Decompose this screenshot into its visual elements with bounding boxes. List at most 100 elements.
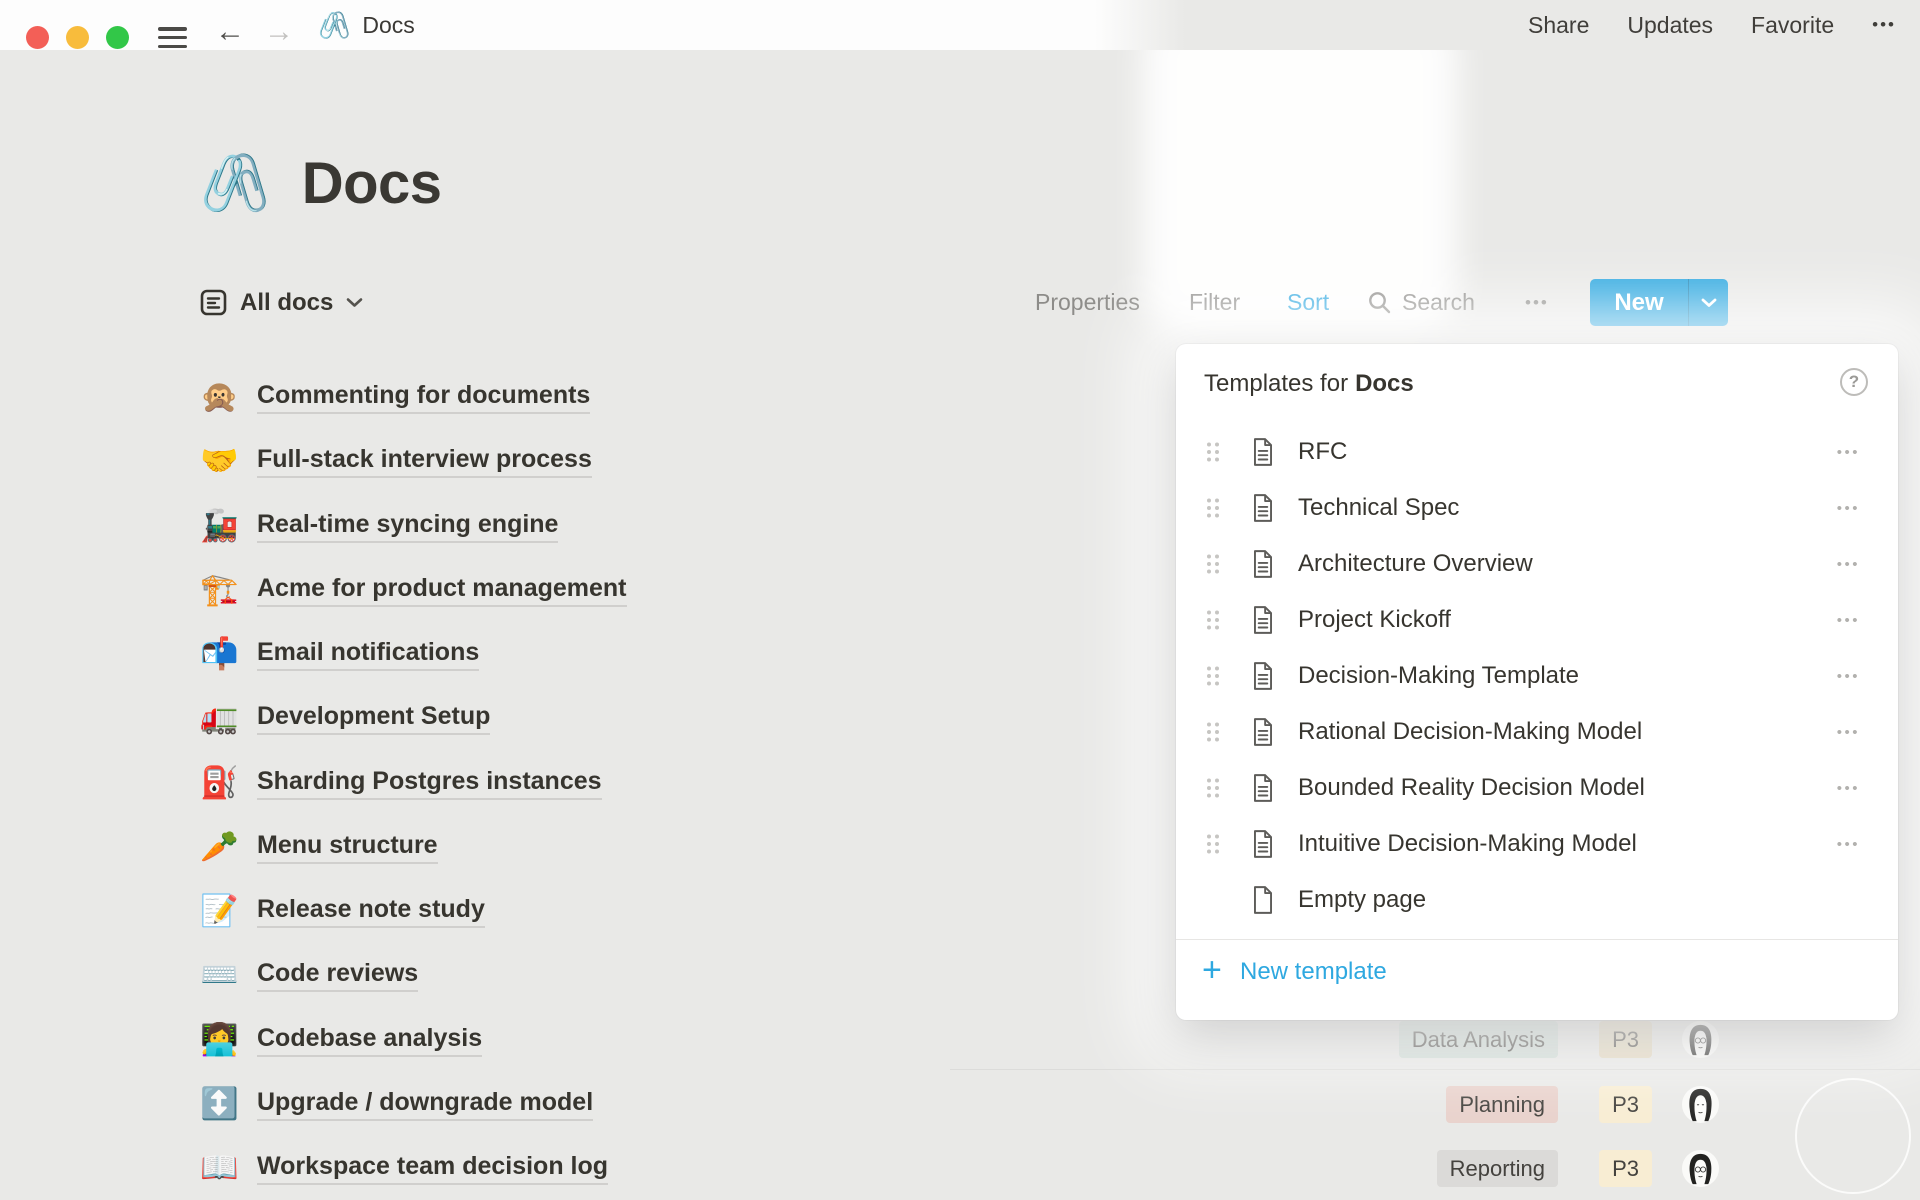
priority-tag[interactable]: P3 (1599, 1086, 1652, 1123)
avatar[interactable] (1681, 1149, 1720, 1188)
minimize-window-button[interactable] (66, 26, 89, 49)
table-row-tags: Planning P3 (0, 1072, 1920, 1136)
template-row[interactable]: Rational Decision-Making Model ••• (1176, 704, 1898, 760)
breadcrumb-title[interactable]: Docs (362, 12, 414, 39)
doc-title[interactable]: Release note study (257, 895, 485, 928)
template-label[interactable]: Project Kickoff (1298, 606, 1451, 634)
template-row[interactable]: Bounded Reality Decision Model ••• (1176, 760, 1898, 816)
avatar[interactable] (1681, 1085, 1720, 1124)
doc-title[interactable]: Code reviews (257, 959, 418, 992)
template-row[interactable]: Architecture Overview ••• (1176, 536, 1898, 592)
doc-row[interactable]: ⛽Sharding Postgres instances (200, 751, 602, 815)
drag-handle-icon[interactable] (1206, 721, 1220, 743)
back-icon[interactable]: ← (215, 17, 245, 47)
new-button[interactable]: New (1590, 279, 1728, 326)
template-label[interactable]: Rational Decision-Making Model (1298, 718, 1642, 746)
search-button[interactable]: Search (1367, 279, 1475, 326)
doc-row[interactable]: 📝Release note study (200, 879, 485, 943)
sidebar-toggle-icon[interactable] (158, 27, 187, 48)
share-button[interactable]: Share (1528, 12, 1589, 39)
template-label[interactable]: Decision-Making Template (1298, 662, 1579, 690)
empty-page-label[interactable]: Empty page (1298, 886, 1426, 914)
doc-row[interactable]: 🏗️ Acme for product management (200, 558, 627, 622)
new-dropdown-button[interactable] (1688, 279, 1728, 326)
template-row[interactable]: Technical Spec ••• (1176, 480, 1898, 536)
drag-handle-icon[interactable] (1206, 441, 1220, 463)
doc-title[interactable]: Menu structure (257, 831, 438, 864)
new-button-label[interactable]: New (1590, 279, 1688, 326)
view-switcher[interactable]: All docs (200, 279, 363, 326)
document-icon (1250, 605, 1276, 635)
new-template-label[interactable]: New template (1240, 958, 1387, 986)
template-row[interactable]: Decision-Making Template ••• (1176, 648, 1898, 704)
filter-button[interactable]: Filter (1189, 279, 1240, 326)
more-icon[interactable]: ••• (1837, 612, 1860, 629)
search-label[interactable]: Search (1402, 289, 1475, 316)
more-icon[interactable]: ••• (1837, 500, 1860, 517)
more-icon[interactable]: ••• (1837, 444, 1860, 461)
chevron-down-icon (1701, 298, 1717, 308)
drag-handle-icon[interactable] (1206, 833, 1220, 855)
toolbar-more-icon[interactable]: ••• (1525, 279, 1549, 326)
template-label[interactable]: Bounded Reality Decision Model (1298, 774, 1645, 802)
template-row[interactable]: RFC ••• (1176, 424, 1898, 480)
more-icon[interactable]: ••• (1837, 836, 1860, 853)
doc-emoji-icon: 🏗️ (200, 570, 236, 610)
drag-handle-icon[interactable] (1206, 497, 1220, 519)
more-icon[interactable]: ••• (1872, 15, 1896, 35)
templates-popover: Templates for Docs ? RFC ••• Technical S… (1176, 344, 1898, 1020)
doc-title[interactable]: Commenting for documents (257, 381, 590, 414)
doc-row[interactable]: 🥕 Menu structure (200, 815, 438, 879)
empty-page-row[interactable]: Empty page (1176, 872, 1898, 928)
favorite-button[interactable]: Favorite (1751, 12, 1834, 39)
doc-emoji-icon: 🥕 (200, 827, 236, 867)
close-window-button[interactable] (26, 26, 49, 49)
drag-handle-icon[interactable] (1206, 609, 1220, 631)
doc-title[interactable]: Acme for product management (257, 574, 627, 607)
properties-button[interactable]: Properties (1035, 279, 1140, 326)
template-label[interactable]: Technical Spec (1298, 494, 1459, 522)
doc-title[interactable]: Development Setup (257, 702, 490, 735)
table-row-tags: Reporting P3 (0, 1136, 1920, 1200)
watermark-circle (1795, 1078, 1911, 1194)
empty-page-icon (1250, 885, 1276, 915)
template-label[interactable]: Architecture Overview (1298, 550, 1533, 578)
template-label[interactable]: RFC (1298, 438, 1347, 466)
doc-title[interactable]: Sharding Postgres instances (257, 767, 602, 800)
more-icon[interactable]: ••• (1837, 668, 1860, 685)
more-icon[interactable]: ••• (1837, 780, 1860, 797)
doc-row[interactable]: 🤝 Full-stack interview process (200, 429, 592, 493)
new-template-button[interactable]: + New template (1176, 940, 1898, 1004)
doc-title[interactable]: Real-time syncing engine (257, 510, 558, 543)
doc-title[interactable]: Full-stack interview process (257, 445, 592, 478)
doc-emoji-icon: 🤝 (200, 441, 236, 481)
updates-button[interactable]: Updates (1627, 12, 1713, 39)
help-icon[interactable]: ? (1840, 368, 1868, 396)
avatar[interactable] (1681, 1020, 1720, 1059)
priority-tag[interactable]: P3 (1599, 1150, 1652, 1187)
popover-title: Templates for Docs (1204, 366, 1870, 402)
drag-handle-icon[interactable] (1206, 553, 1220, 575)
category-tag[interactable]: Planning (1446, 1086, 1558, 1123)
doc-row[interactable]: ⌨️Code reviews (200, 943, 418, 1007)
template-row[interactable]: Project Kickoff ••• (1176, 592, 1898, 648)
drag-handle-icon[interactable] (1206, 777, 1220, 799)
template-row[interactable]: Intuitive Decision-Making Model ••• (1176, 816, 1898, 872)
view-switcher-label[interactable]: All docs (240, 289, 333, 317)
sort-button[interactable]: Sort (1287, 279, 1329, 326)
more-icon[interactable]: ••• (1837, 556, 1860, 573)
doc-row[interactable]: 🚂Real-time syncing engine (200, 494, 558, 558)
priority-tag[interactable]: P3 (1599, 1021, 1652, 1058)
breadcrumb[interactable]: 🖇️ Docs (318, 10, 415, 41)
template-label[interactable]: Intuitive Decision-Making Model (1298, 830, 1637, 858)
more-icon[interactable]: ••• (1837, 724, 1860, 741)
paperclip-icon: 🖇️ (318, 10, 350, 41)
doc-row[interactable]: 📬Email notifications (200, 622, 479, 686)
category-tag[interactable]: Data Analysis (1399, 1021, 1558, 1058)
doc-title[interactable]: Email notifications (257, 638, 479, 671)
drag-handle-icon[interactable] (1206, 665, 1220, 687)
doc-row[interactable]: 🙊Commenting for documents (200, 365, 590, 429)
doc-row[interactable]: 🚛Development Setup (200, 686, 490, 750)
category-tag[interactable]: Reporting (1437, 1150, 1558, 1187)
zoom-window-button[interactable] (106, 26, 129, 49)
